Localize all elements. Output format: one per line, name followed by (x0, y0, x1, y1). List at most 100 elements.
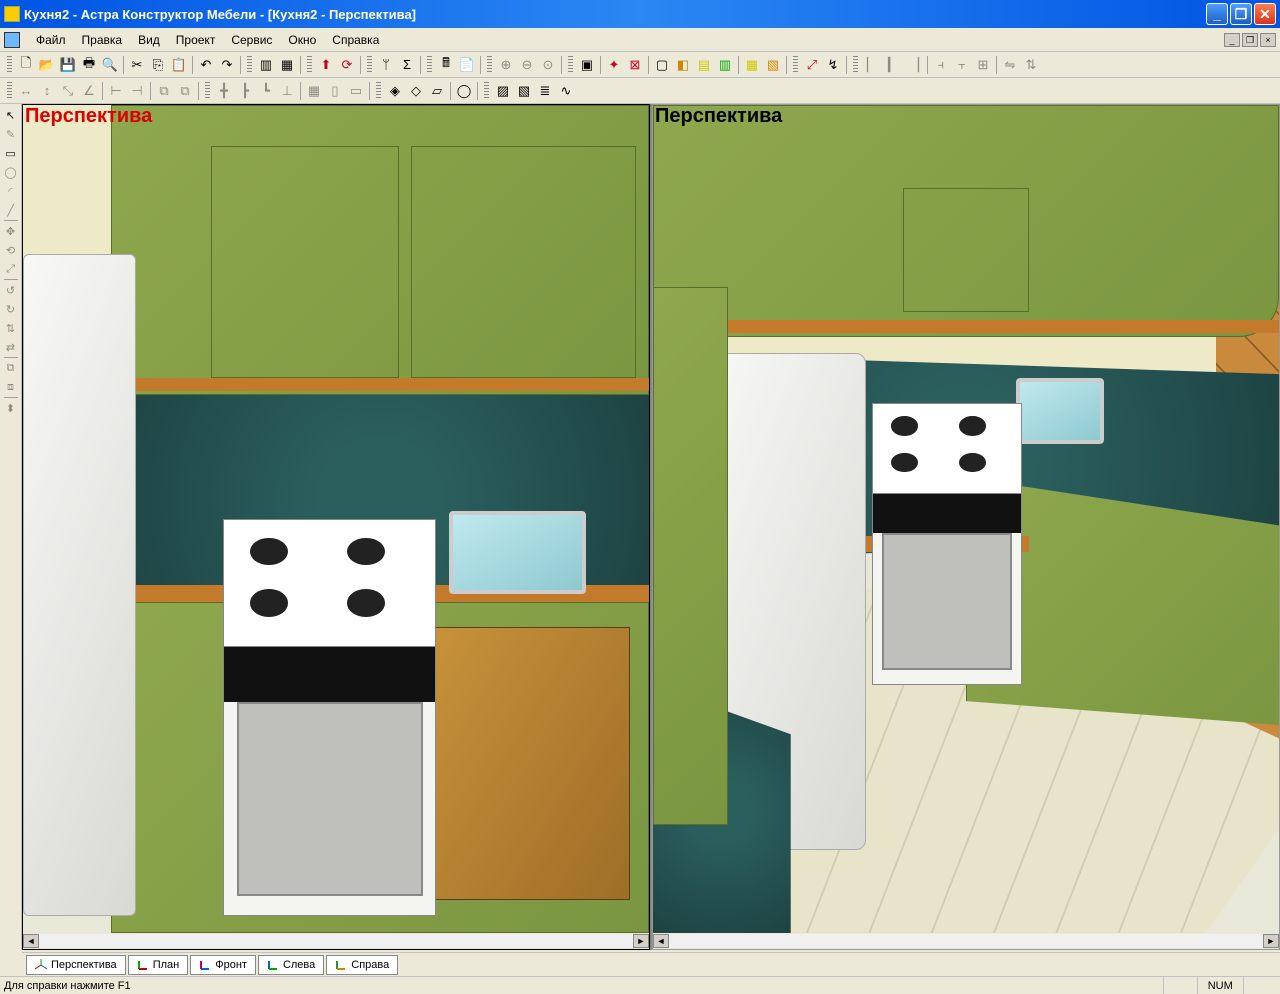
menu-file[interactable]: Файл (28, 31, 74, 49)
toolbar-grip[interactable] (427, 56, 432, 74)
curve-icon[interactable]: ∿ (556, 81, 576, 101)
material-icon[interactable]: ▦ (277, 55, 297, 75)
zoom-in-icon[interactable]: ⊕ (496, 55, 516, 75)
array-icon[interactable]: ⊞ (973, 55, 993, 75)
paste-icon[interactable]: 📋 (169, 55, 189, 75)
print-icon[interactable]: 🖶 (79, 55, 99, 75)
snap-cross-icon[interactable]: ⊠ (625, 55, 645, 75)
mdi-minimize-button[interactable]: _ (1224, 33, 1240, 47)
view-tab-right[interactable]: Справа (326, 955, 398, 975)
distribute-h-icon[interactable]: ⫞ (931, 55, 951, 75)
scroll-right-icon[interactable]: ► (1263, 934, 1279, 948)
menu-project[interactable]: Проект (168, 31, 224, 49)
gap-left-icon[interactable]: ⊢ (106, 81, 126, 101)
cut-icon[interactable]: ✂ (127, 55, 147, 75)
report-icon[interactable]: 📄 (457, 55, 477, 75)
menu-view[interactable]: Вид (130, 31, 168, 49)
sum-icon[interactable]: Σ (397, 55, 417, 75)
snap-center-icon[interactable]: ✦ (604, 55, 624, 75)
toolbar-grip[interactable] (484, 82, 489, 100)
horizontal-scrollbar[interactable]: ◄ ► (653, 933, 1279, 949)
scale-tool-icon[interactable]: ⤢ (2, 260, 20, 278)
drill-icon[interactable]: ⬆ (316, 55, 336, 75)
axis-icon[interactable]: ↯ (823, 55, 843, 75)
panel-icon[interactable]: ▥ (256, 55, 276, 75)
zoom-out-icon[interactable]: ⊖ (517, 55, 537, 75)
align-left-icon[interactable]: ▏ (862, 55, 882, 75)
minimize-button[interactable]: _ (1206, 3, 1228, 25)
mdi-restore-button[interactable]: ❐ (1242, 33, 1258, 47)
toolbar-grip[interactable] (7, 56, 12, 74)
horizontal-scrollbar[interactable]: ◄ ► (23, 933, 649, 949)
cross-icon[interactable]: ╋ (214, 81, 234, 101)
mirror-v-icon[interactable]: ⇅ (2, 319, 20, 337)
mdi-close-button[interactable]: × (1260, 33, 1276, 47)
edit-node-icon[interactable]: ✎ (2, 125, 20, 143)
toolbar-grip[interactable] (568, 56, 573, 74)
align-right-icon[interactable]: ▕ (904, 55, 924, 75)
tee-icon[interactable]: ┣ (235, 81, 255, 101)
scroll-left-icon[interactable]: ◄ (653, 934, 669, 948)
flip-v-icon[interactable]: ⇅ (1021, 55, 1041, 75)
pointer-icon[interactable]: ↖ (2, 106, 20, 124)
hatch-icon[interactable]: ▨ (493, 81, 513, 101)
toolbar-grip[interactable] (853, 56, 858, 74)
vflip-icon[interactable]: ⬍ (2, 399, 20, 417)
view-tab-left[interactable]: Слева (258, 955, 324, 975)
screw-icon[interactable]: ⟳ (337, 55, 357, 75)
cube-flat-icon[interactable]: ▱ (427, 81, 447, 101)
undo-icon[interactable]: ↶ (196, 55, 216, 75)
redo-icon[interactable]: ↷ (217, 55, 237, 75)
mirror-h-icon[interactable]: ⇄ (2, 338, 20, 356)
face-tex-icon[interactable]: ▥ (715, 55, 735, 75)
viewport-right[interactable]: Перспектива ◄ ► (652, 104, 1280, 950)
rotate-left-icon[interactable]: ↺ (2, 281, 20, 299)
toolbar-grip[interactable] (367, 56, 372, 74)
view-tab-front[interactable]: Фронт (190, 955, 256, 975)
tree-icon[interactable]: ᛘ (376, 55, 396, 75)
gap-right-icon[interactable]: ⊣ (127, 81, 147, 101)
grid-icon[interactable]: ▦ (304, 81, 324, 101)
face-shade-icon[interactable]: ▤ (694, 55, 714, 75)
toolbar-grip[interactable] (247, 56, 252, 74)
menu-service[interactable]: Сервис (223, 31, 280, 49)
view-tab-perspective[interactable]: Перспектива (26, 955, 126, 975)
box-yellow-icon[interactable]: ▦ (742, 55, 762, 75)
scroll-track[interactable] (669, 934, 1263, 948)
flip-h-icon[interactable]: ⇋ (1000, 55, 1020, 75)
ungroup-icon[interactable]: ⧈ (2, 378, 20, 396)
block-icon[interactable]: ▯ (325, 81, 345, 101)
arc-tool-icon[interactable]: ◜ (2, 182, 20, 200)
scroll-left-icon[interactable]: ◄ (23, 934, 39, 948)
copy-icon[interactable]: ⎘ (148, 55, 168, 75)
menu-edit[interactable]: Правка (74, 31, 131, 49)
group-icon[interactable]: ⧉ (2, 359, 20, 377)
rotate-right-icon[interactable]: ↻ (2, 300, 20, 318)
move-tool-icon[interactable]: ✥ (2, 222, 20, 240)
zoom-fit-icon[interactable]: ⊙ (538, 55, 558, 75)
dim-vert-icon[interactable]: ↕ (37, 81, 57, 101)
toolbar-grip[interactable] (307, 56, 312, 74)
mdi-system-icon[interactable] (4, 32, 20, 48)
joint-icon[interactable]: ⊥ (277, 81, 297, 101)
board-icon[interactable]: ▭ (346, 81, 366, 101)
new-icon[interactable]: 🗋 (16, 55, 36, 75)
rotate-tool-icon[interactable]: ⟲ (2, 241, 20, 259)
menu-help[interactable]: Справка (324, 31, 387, 49)
line-tool-icon[interactable]: ╱ (2, 201, 20, 219)
toolbar-grip[interactable] (205, 82, 210, 100)
cube-wire-icon[interactable]: ◇ (406, 81, 426, 101)
align-center-icon[interactable]: ▎ (883, 55, 903, 75)
distribute-v-icon[interactable]: ⫟ (952, 55, 972, 75)
rect-tool-icon[interactable]: ▭ (2, 144, 20, 162)
dim-icon[interactable]: ⤢ (802, 55, 822, 75)
hatch2-icon[interactable]: ▧ (514, 81, 534, 101)
dim-align-icon[interactable]: ⤡ (58, 81, 78, 101)
corner-icon[interactable]: ┗ (256, 81, 276, 101)
clone-right-icon[interactable]: ⧉ (175, 81, 195, 101)
toolbar-grip[interactable] (793, 56, 798, 74)
scroll-track[interactable] (39, 934, 633, 948)
menu-window[interactable]: Окно (280, 31, 324, 49)
clone-left-icon[interactable]: ⧉ (154, 81, 174, 101)
calc-icon[interactable]: 🖩 (436, 55, 456, 75)
